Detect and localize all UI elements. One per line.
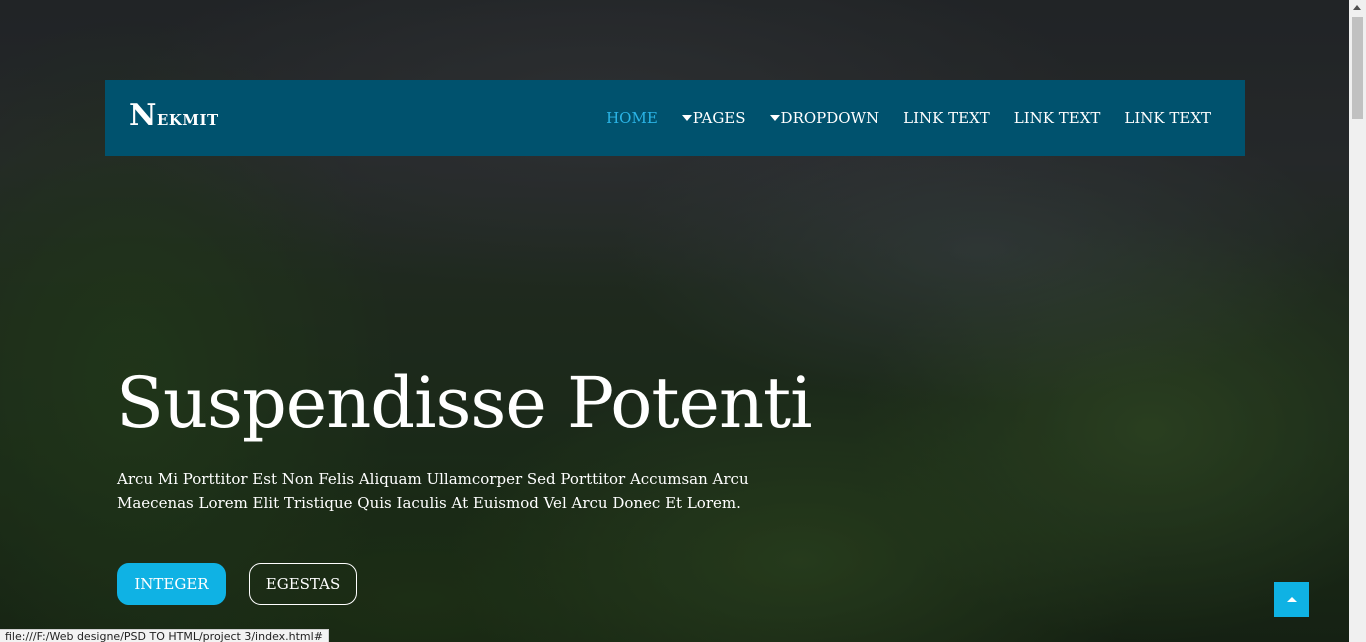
nav-item-label: PAGES [692,109,746,127]
nav-item-label: LINK TEXT [1124,109,1211,127]
main-navbar: Nekmit HOME PAGES DROPDOWN LINK TEXT LIN… [105,80,1245,156]
nav-item-link-text-2[interactable]: LINK TEXT [1014,109,1101,127]
brand-rest: ekmit [156,105,219,131]
nav-item-label: LINK TEXT [903,109,990,127]
back-to-top-button[interactable] [1274,582,1309,617]
browser-status-bar: file:///F:/Web designe/PSD TO HTML/proje… [0,629,329,642]
brand-logo[interactable]: Nekmit [129,100,219,134]
brand-first-letter: N [129,98,157,133]
egestas-button[interactable]: EGESTAS [249,563,357,605]
hero-title: Suspendisse Potenti [116,362,813,444]
nav-item-home[interactable]: HOME [606,109,658,127]
nav-item-label: HOME [606,109,658,127]
scrollbar-thumb[interactable] [1352,17,1363,119]
nav-item-link-text-3[interactable]: LINK TEXT [1124,109,1211,127]
nav-item-label: LINK TEXT [1013,109,1101,127]
browser-viewport: Nekmit HOME PAGES DROPDOWN LINK TEXT LIN… [0,0,1366,642]
caret-down-icon [681,115,692,121]
caret-up-icon [1286,597,1297,602]
hero-description: Arcu Mi Porttitor Est Non Felis Aliquam … [117,470,749,512]
scroll-up-arrow-icon[interactable] [1353,5,1361,10]
nav-item-label: DROPDOWN [780,109,880,127]
nav-item-link-text-1[interactable]: LINK TEXT [903,109,990,127]
caret-down-icon [769,115,780,121]
nav-links: HOME PAGES DROPDOWN LINK TEXT LINK TEXT … [606,80,1211,156]
nav-item-pages[interactable]: PAGES [681,109,746,127]
integer-button[interactable]: INTEGER [117,563,226,605]
vertical-scrollbar[interactable] [1349,0,1366,642]
nav-item-dropdown[interactable]: DROPDOWN [769,109,880,127]
